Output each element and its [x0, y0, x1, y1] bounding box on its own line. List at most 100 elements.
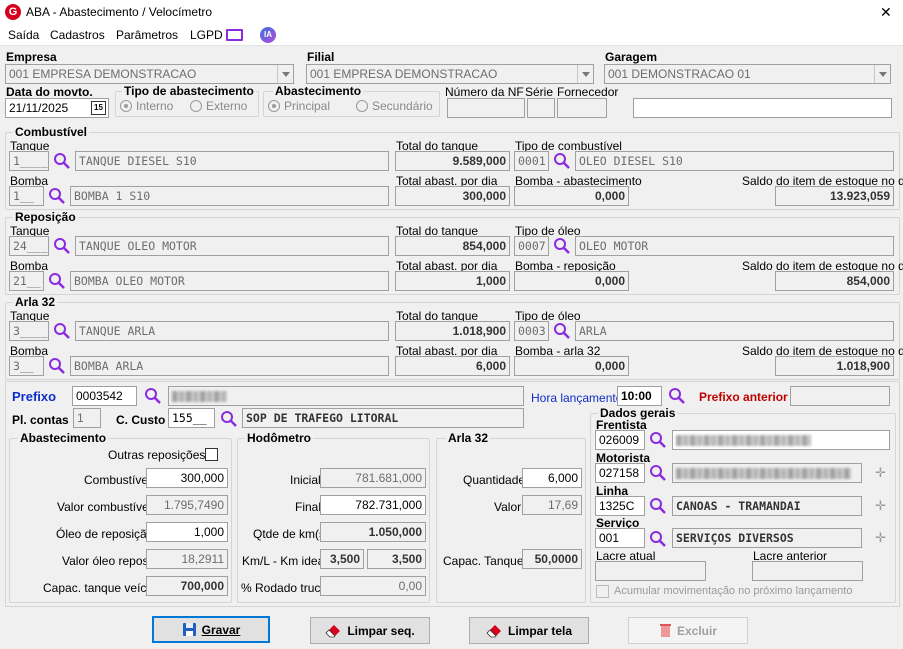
radio-interno[interactable]: Interno [120, 99, 173, 113]
serie-field[interactable] [527, 98, 555, 118]
tanque-code[interactable]: 1____ [9, 151, 49, 171]
search-icon[interactable] [53, 152, 71, 170]
combustivel-field[interactable]: 300,000 [146, 468, 228, 488]
tipo-code[interactable]: 0001 [514, 151, 549, 171]
redacted-text [172, 391, 227, 403]
menu-cadastros[interactable]: Cadastros [50, 28, 105, 42]
data-movto-label: Data do movto. [6, 85, 93, 99]
tipo-code[interactable]: 0003 [514, 321, 549, 341]
fornecedor-code[interactable] [557, 98, 607, 118]
combustivel-label: Combustível [84, 473, 151, 487]
acumular-checkbox[interactable] [596, 585, 609, 598]
lacre-anterior-field [752, 561, 863, 581]
oleo-reposicao-field[interactable]: 1,000 [146, 522, 228, 542]
capac-tanque-arla-label: Capac. Tanque [443, 554, 524, 568]
close-icon[interactable]: ✕ [880, 4, 892, 21]
chevron-down-icon [277, 65, 293, 83]
kml-field: 3,500 [320, 549, 364, 569]
inicial-field[interactable]: 781.681,000 [320, 468, 426, 488]
tanque-code[interactable]: 3____ [9, 321, 49, 341]
bomba-code[interactable]: 1__ [9, 186, 44, 206]
plus-icon[interactable]: ✛ [875, 465, 886, 481]
empresa-select[interactable]: 001 EMPRESA DEMONSTRACAO [5, 64, 294, 84]
search-icon[interactable] [553, 152, 571, 170]
app-logo-icon: G [5, 4, 21, 20]
search-icon[interactable] [48, 357, 66, 375]
search-icon[interactable] [553, 322, 571, 340]
search-icon[interactable] [649, 464, 667, 482]
arla-title: Arla 32 [13, 295, 58, 309]
search-icon[interactable] [668, 387, 686, 405]
outras-reposicoes-checkbox[interactable] [205, 448, 218, 461]
final-field[interactable]: 782.731,000 [320, 495, 426, 515]
search-icon[interactable] [649, 431, 667, 449]
motorista-code[interactable]: 027158 [595, 463, 645, 483]
menu-lgpd[interactable]: LGPD [190, 28, 223, 42]
bomba-code[interactable]: 21__ [9, 271, 44, 291]
data-movto-field[interactable]: 21/11/2025 15 [5, 98, 109, 118]
servico-name: SERVIÇOS DIVERSOS [672, 528, 862, 548]
oleo-reposicao-label: Óleo de reposição [56, 527, 154, 541]
fornecedor-name[interactable] [633, 98, 892, 118]
gravar-button[interactable]: Gravar [152, 616, 270, 643]
motorista-name [672, 463, 862, 483]
radio-icon [120, 100, 132, 112]
qtde-km-label: Qtde de km(s) [253, 527, 330, 541]
hodometro-title: Hodômetro [245, 431, 313, 445]
chevron-down-icon [577, 65, 593, 83]
excluir-button[interactable]: Excluir [628, 617, 748, 644]
radio-secundario-label: Secundário [372, 99, 433, 113]
search-icon[interactable] [53, 322, 71, 340]
outras-reposicoes-label: Outras reposições [108, 448, 206, 462]
search-icon[interactable] [144, 387, 162, 405]
filial-select[interactable]: 001 EMPRESA DEMONSTRACAO [306, 64, 594, 84]
valor-field[interactable]: 17,69 [522, 495, 582, 515]
hora-field[interactable]: 10:00 [617, 386, 662, 406]
serie-label: Série [525, 85, 554, 99]
prefixo-field[interactable]: 0003542 [72, 386, 137, 406]
pl-contas-field[interactable]: 1 [73, 408, 101, 428]
calendar-icon[interactable]: 15 [91, 101, 106, 115]
bomba-code[interactable]: 3__ [9, 356, 44, 376]
capac-tanque-field: 700,000 [146, 576, 228, 596]
filial-value: 001 EMPRESA DEMONSTRACAO [310, 67, 498, 81]
menu-parametros[interactable]: Parâmetros [116, 28, 178, 42]
quantidade-field[interactable]: 6,000 [522, 468, 582, 488]
tipo-name: OLEO MOTOR [575, 236, 894, 256]
tipo-name: OLEO DIESEL S10 [575, 151, 894, 171]
search-icon[interactable] [649, 530, 667, 548]
monitor-icon[interactable] [226, 29, 243, 41]
servico-code[interactable]: 001 [595, 528, 645, 548]
limpar-tela-button[interactable]: Limpar tela [469, 617, 589, 644]
ia-icon[interactable]: IA [260, 27, 276, 43]
limpar-seq-button[interactable]: Limpar seq. [310, 617, 430, 644]
km-ideal-field: 3,500 [367, 549, 426, 569]
nf-field[interactable] [447, 98, 525, 118]
tipo-name: ARLA [575, 321, 894, 341]
radio-externo[interactable]: Externo [190, 99, 247, 113]
search-icon[interactable] [48, 187, 66, 205]
tanque-code[interactable]: 24___ [9, 236, 49, 256]
radio-secundario[interactable]: Secundário [356, 99, 433, 113]
linha-code[interactable]: 1325C [595, 496, 645, 516]
radio-principal[interactable]: Principal [268, 99, 330, 113]
valor-combustivel-field[interactable]: 1.795,7490 [146, 495, 228, 515]
search-icon[interactable] [553, 237, 571, 255]
garagem-select[interactable]: 001 DEMONSTRACAO 01 [604, 64, 891, 84]
search-icon[interactable] [53, 237, 71, 255]
tipo-code[interactable]: 0007 [514, 236, 549, 256]
search-icon[interactable] [220, 410, 238, 428]
menu-saida[interactable]: Saída [8, 28, 39, 42]
valor-oleo-field[interactable]: 18,2911 [146, 549, 228, 569]
plus-icon[interactable]: ✛ [875, 530, 886, 546]
plus-icon[interactable]: ✛ [875, 498, 886, 514]
radio-icon [190, 100, 202, 112]
search-icon[interactable] [649, 497, 667, 515]
ccusto-code[interactable]: 155__ [168, 408, 215, 428]
reposicao-title: Reposição [13, 210, 78, 224]
frentista-code[interactable]: 026009 [595, 430, 645, 450]
search-icon[interactable] [48, 272, 66, 290]
lacre-atual-field[interactable] [595, 561, 706, 581]
tanque-name: TANQUE DIESEL S10 [75, 151, 389, 171]
eraser-icon [325, 625, 341, 638]
